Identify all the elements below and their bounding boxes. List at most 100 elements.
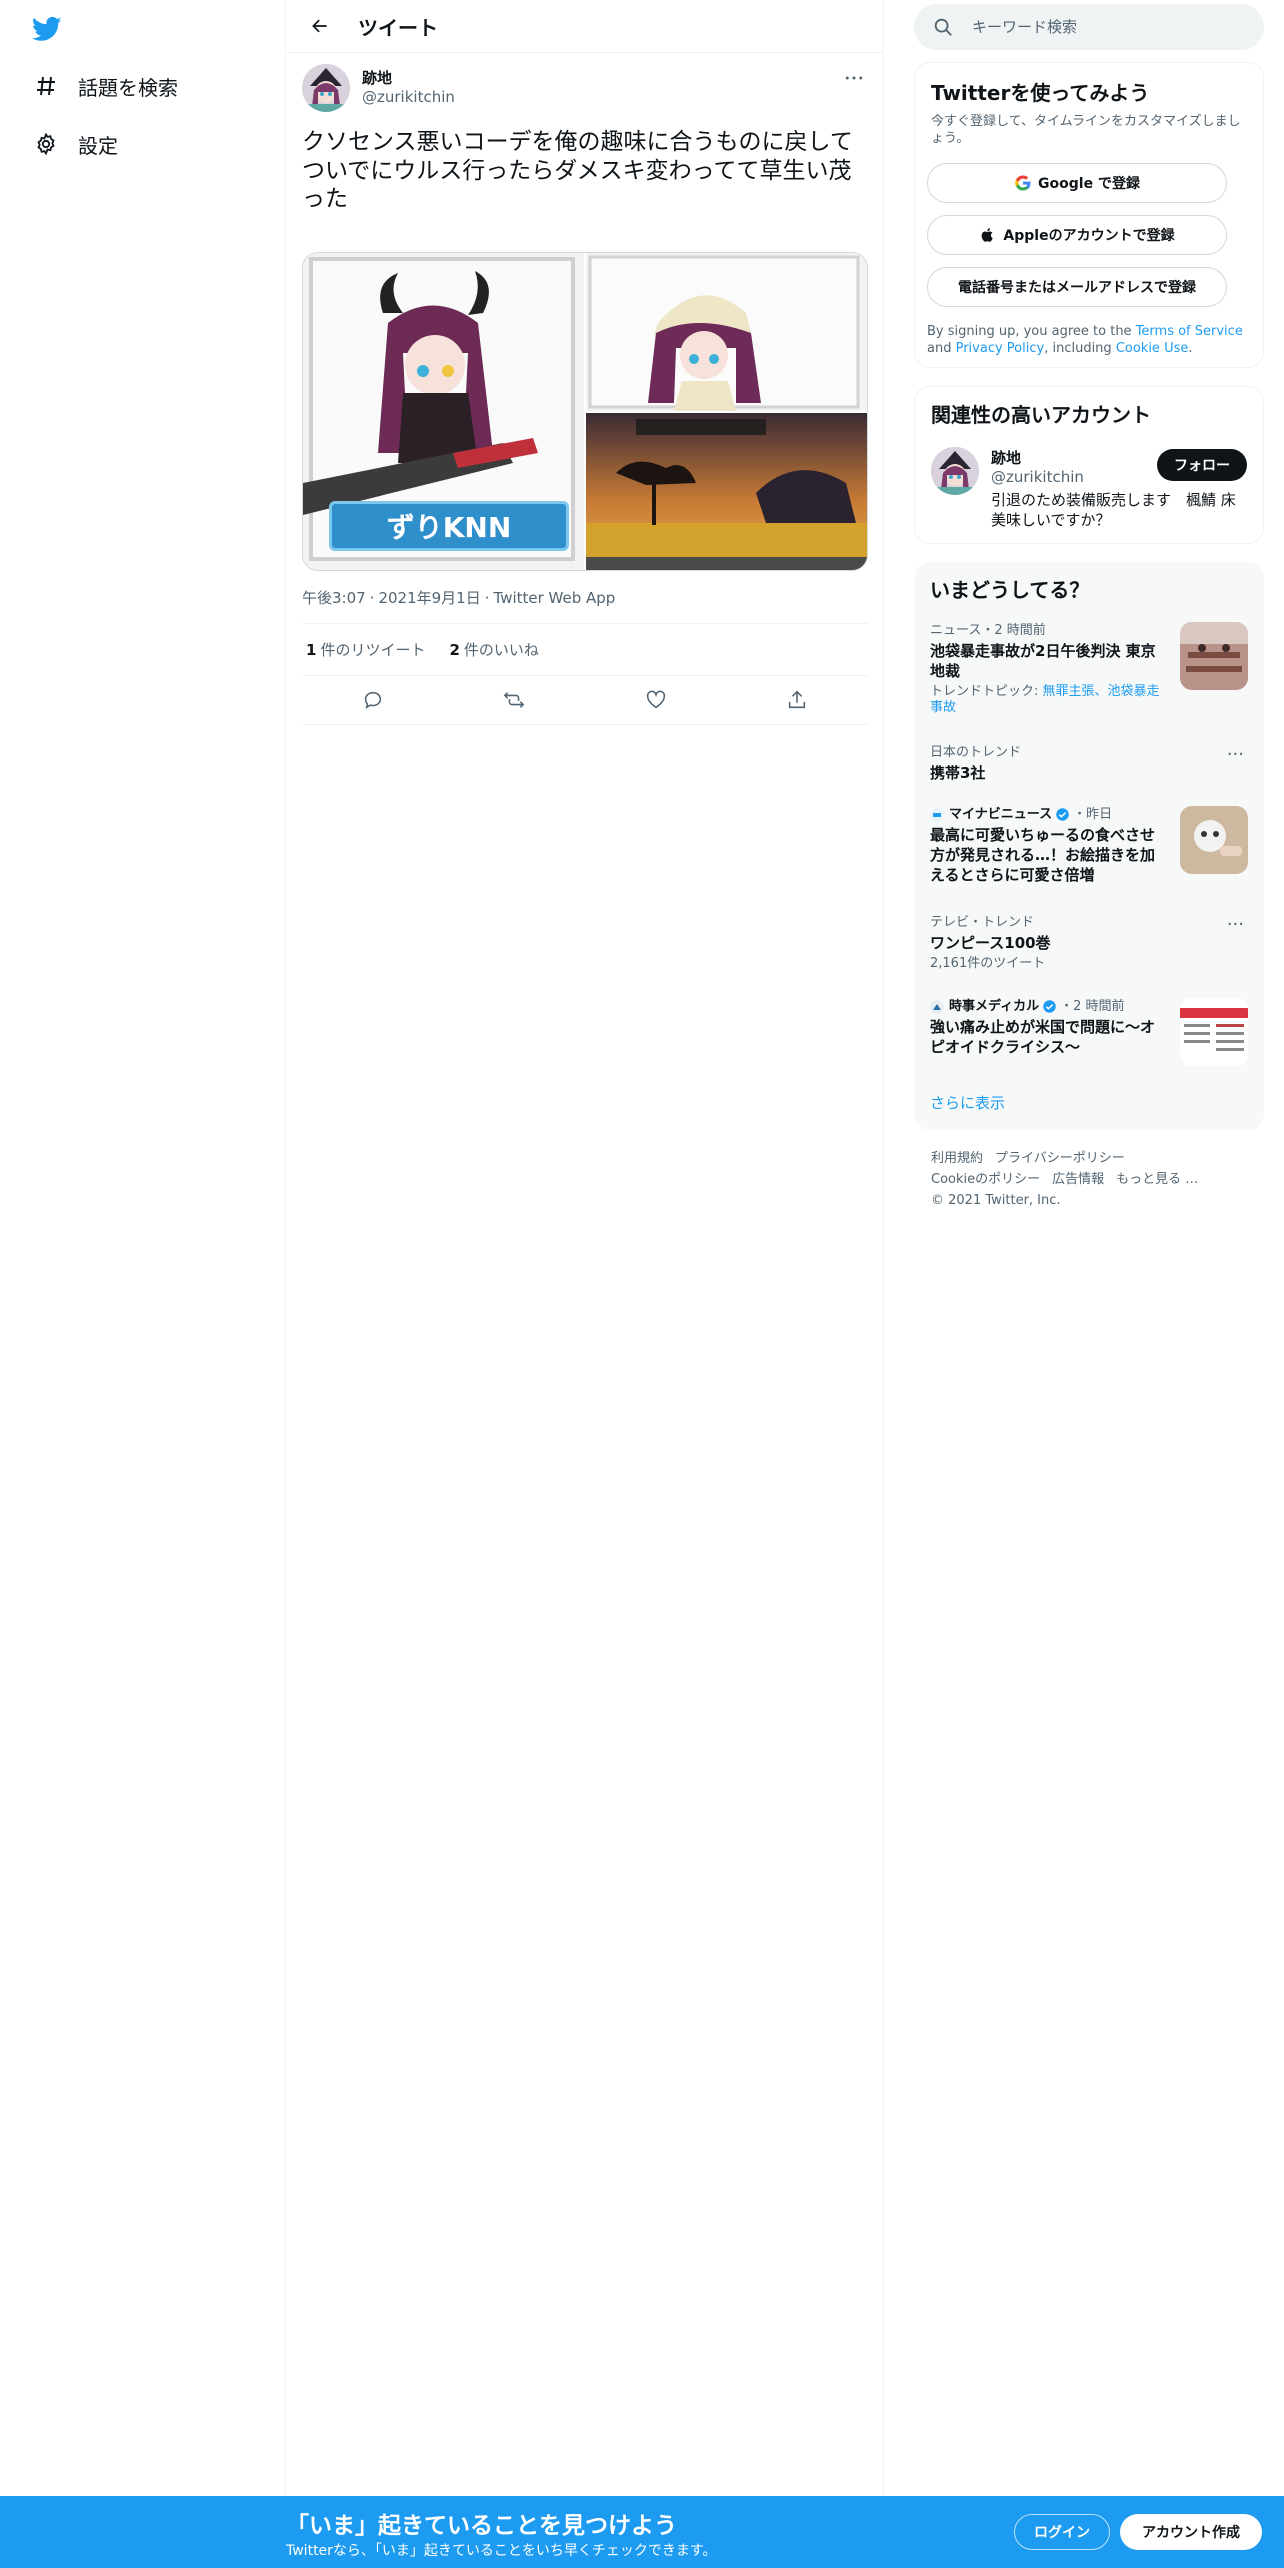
- show-more-link[interactable]: さらに表示: [930, 1092, 1005, 1113]
- login-button[interactable]: ログイン: [1014, 2514, 1110, 2550]
- likes-stat[interactable]: 2 件のいいね: [449, 639, 538, 660]
- nav-item-settings[interactable]: 設定: [32, 124, 118, 164]
- trend-item[interactable]: ニュース・2 時間前 池袋暴走事故が2日午後判決 東京地裁 トレンドトピック: …: [930, 622, 1248, 722]
- trend-title: 池袋暴走事故が2日午後判決 東京地裁: [930, 642, 1156, 680]
- retweets-label: 件のリツイート: [320, 641, 426, 659]
- tweet-meta: 午後3:07 · 2021年9月1日 · Twitter Web App: [302, 589, 616, 607]
- trend-title: 携帯3社: [930, 764, 986, 782]
- author-name[interactable]: 跡地: [362, 67, 392, 88]
- signup-legal-text: By signing up, you agree to the Terms of…: [927, 323, 1249, 357]
- trend-topics: トレンドトピック: 無罪主張、池袋暴走事故: [930, 684, 1166, 716]
- trend-item[interactable]: マイナビニュース ・昨日 最高に可愛いちゅーるの食べさせ方が発見される…！お絵描…: [930, 806, 1248, 886]
- nav-item-label: 話題を検索: [78, 75, 178, 100]
- trend-source: マイナビニュース: [949, 807, 1053, 822]
- retweets-stat[interactable]: 1 件のリツイート: [306, 639, 425, 660]
- trend-time: ・昨日: [1073, 807, 1113, 822]
- verified-badge-icon: [1043, 1000, 1056, 1013]
- related-accounts-title: 関連性の高いアカウント: [931, 403, 1151, 427]
- more-icon[interactable]: ···: [1227, 744, 1244, 765]
- twitter-bird-icon[interactable]: [30, 14, 66, 44]
- signup-card-title: Twitterを使ってみよう: [931, 81, 1150, 105]
- apple-signup-button[interactable]: Appleのアカウントで登録: [927, 215, 1227, 255]
- trend-thumbnail: [1180, 622, 1248, 690]
- tweet-media-grid: ずりKNN: [302, 252, 868, 571]
- reply-button[interactable]: [355, 682, 391, 718]
- footer-links: 利用規約 プライバシーポリシー Cookieのポリシー 広告情報 もっと見る … © …: [931, 1148, 1251, 1211]
- related-account-bio: 引退のため装備販売します 楓鯖 床美味しいですか？: [991, 491, 1236, 529]
- related-account-name[interactable]: 跡地: [991, 447, 1021, 468]
- trend-context: テレビ・トレンド: [930, 915, 1035, 930]
- trends-card: いまどうしてる？ ニュース・2 時間前 池袋暴走事故が2日午後判決 東京地裁 ト…: [914, 562, 1264, 1130]
- more-icon[interactable]: ···: [1227, 914, 1244, 935]
- tweet-stats: 1 件のリツイート 2 件のいいね: [302, 623, 868, 676]
- trend-time: ・2 時間前: [1060, 999, 1125, 1014]
- trends-title: いまどうしてる？: [930, 578, 1090, 602]
- reply-icon: [364, 691, 381, 709]
- phone-email-signup-label: 電話番号またはメールアドレスで登録: [958, 280, 1196, 296]
- retweet-button[interactable]: [496, 682, 532, 718]
- trend-item[interactable]: テレビ・トレンド ワンピース100巻 2,161件のツイート ···: [930, 914, 1248, 974]
- signup-card: Twitterを使ってみよう 今すぐ登録して、タイムラインをカスタマイズしましょ…: [914, 62, 1264, 368]
- left-navigation: 話題を検索 設定: [0, 0, 286, 2496]
- media-image-3[interactable]: [586, 413, 867, 570]
- back-button[interactable]: [304, 10, 336, 42]
- page-header: ツイート: [286, 0, 884, 53]
- tweet-detail-column: ツイート 跡地 @zurikitchin クソセンス悪いコーデを俺の趣味に合うも…: [286, 0, 884, 2496]
- follow-button[interactable]: フォロー: [1157, 449, 1247, 481]
- retweet-icon: [503, 692, 525, 708]
- google-icon: [1014, 174, 1032, 192]
- source-avatar-icon: [930, 807, 944, 822]
- likes-label: 件のいいね: [463, 641, 539, 659]
- search-input[interactable]: [972, 18, 1232, 36]
- legal-text: .: [1188, 341, 1193, 356]
- author-handle[interactable]: @zurikitchin: [362, 88, 455, 106]
- media-image-2[interactable]: [586, 253, 867, 411]
- tweet-date[interactable]: 2021年9月1日: [378, 589, 480, 607]
- tweet-text: クソセンス悪いコーデを俺の趣味に合うものに戻して ついでにウルス行ったらダメスキ…: [302, 129, 853, 212]
- footer-link-terms[interactable]: 利用規約: [931, 1151, 983, 1166]
- cookie-link[interactable]: Cookie Use: [1116, 341, 1189, 356]
- footer-link-ads[interactable]: 広告情報: [1052, 1172, 1104, 1187]
- signup-button[interactable]: アカウント作成: [1120, 2514, 1262, 2550]
- avatar[interactable]: [302, 64, 350, 112]
- trend-title: 強い痛み止めが米国で問題に～オピオイドクライシス～: [930, 1018, 1156, 1056]
- terms-link[interactable]: Terms of Service: [1136, 324, 1243, 339]
- trend-item[interactable]: 日本のトレンド 携帯3社 ···: [930, 744, 1248, 788]
- trend-title: 最高に可愛いちゅーるの食べさせ方が発見される…！お絵描きを加えるとさらに可愛さ倍…: [930, 826, 1156, 884]
- tweet-author: 跡地 @zurikitchin: [302, 64, 868, 112]
- retweets-count: 1: [306, 641, 317, 659]
- source-avatar-icon: [930, 999, 944, 1014]
- verified-badge-icon: [1056, 808, 1069, 821]
- tweet-time[interactable]: 午後3:07: [302, 589, 366, 607]
- share-button[interactable]: [779, 682, 815, 718]
- legal-text: and: [927, 341, 956, 356]
- phone-email-signup-button[interactable]: 電話番号またはメールアドレスで登録: [927, 267, 1227, 307]
- tweet-client[interactable]: Twitter Web App: [494, 589, 616, 607]
- trend-topic-prefix: トレンドトピック:: [930, 684, 1043, 699]
- more-options-button[interactable]: [840, 68, 868, 88]
- like-button[interactable]: [638, 682, 674, 718]
- avatar[interactable]: [931, 447, 979, 495]
- trend-source: 時事メディカル: [949, 999, 1040, 1014]
- signup-card-subtitle: 今すぐ登録して、タイムラインをカスタマイズしましょう。: [931, 114, 1241, 146]
- nav-item-explore[interactable]: 話題を検索: [32, 66, 178, 106]
- trend-title: ワンピース100巻: [930, 934, 1051, 952]
- bottom-bar-subtitle: Twitterなら、「いま」起きていることをいち早くチェックできます。: [286, 2543, 717, 2559]
- footer-link-more[interactable]: もっと見る …: [1116, 1172, 1198, 1187]
- media-overlay-label: ずりKNN: [329, 501, 569, 551]
- google-signup-button[interactable]: Google で登録: [927, 163, 1227, 203]
- footer-link-cookie[interactable]: Cookieのポリシー: [931, 1172, 1040, 1187]
- related-account-handle[interactable]: @zurikitchin: [991, 468, 1084, 486]
- media-image-1[interactable]: ずりKNN: [303, 253, 584, 570]
- gear-icon: [32, 130, 60, 158]
- trend-tweet-count: 2,161件のツイート: [930, 956, 1046, 971]
- nav-item-label: 設定: [78, 133, 118, 158]
- trend-item[interactable]: 時事メディカル ・2 時間前 強い痛み止めが米国で問題に～オピオイドクライシス～: [930, 998, 1248, 1066]
- legal-text: , including: [1044, 341, 1116, 356]
- footer-link-privacy[interactable]: プライバシーポリシー: [995, 1151, 1125, 1166]
- related-accounts-card: 関連性の高いアカウント 跡地 @zurikitchin フォロー 引退のため装備…: [914, 386, 1264, 544]
- privacy-link[interactable]: Privacy Policy: [956, 341, 1045, 356]
- apple-signup-label: Appleのアカウントで登録: [1003, 228, 1175, 244]
- search-icon: [934, 18, 952, 36]
- more-icon: [845, 76, 863, 80]
